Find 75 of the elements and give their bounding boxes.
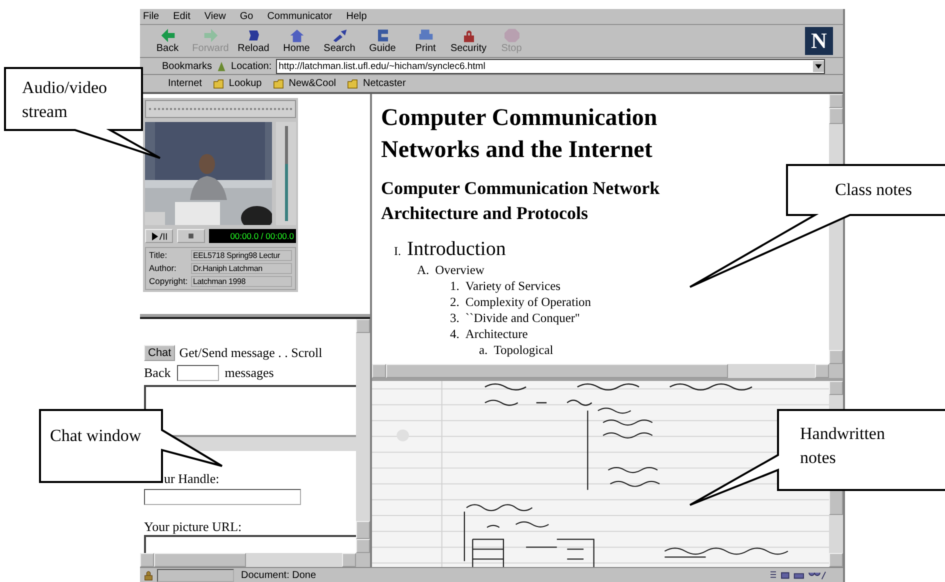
handle-label: ur Handle:: [164, 471, 220, 486]
back-arrow-icon: [158, 28, 176, 43]
menu-item[interactable]: Go: [240, 11, 254, 22]
info-label: Title:: [149, 250, 168, 261]
toolbar-button[interactable]: Back: [146, 28, 189, 54]
toolbar-button[interactable]: Print: [404, 28, 447, 54]
forward-arrow-icon: [202, 28, 220, 43]
outline-marker: 3.: [450, 310, 460, 326]
stop-icon: [502, 28, 520, 43]
personal-toolbar-link[interactable]: Lookup: [228, 78, 262, 89]
menu-item[interactable]: Help: [346, 11, 367, 22]
play-pause-icon: [150, 232, 168, 240]
toolbar-button[interactable]: Home: [275, 28, 318, 54]
personal-toolbar-link[interactable]: Netcaster: [362, 78, 406, 89]
horizontal-scrollbar[interactable]: [372, 364, 843, 378]
status-text: Document: Done: [240, 570, 316, 580]
info-value: Dr.Haniph Latchman: [191, 263, 292, 274]
play-pause-button[interactable]: [145, 229, 173, 243]
vertical-scrollbar[interactable]: [356, 319, 370, 553]
padlock-icon: [143, 570, 154, 580]
volume-slider[interactable]: [276, 122, 296, 225]
menu-item[interactable]: File: [143, 11, 160, 22]
personal-toolbar-link[interactable]: Internet: [168, 78, 202, 89]
toolbar-button[interactable]: Reload: [232, 28, 275, 54]
location-label: Location:: [231, 60, 272, 72]
page-subtitle: Computer Communication Network Architecture and Protocols: [381, 177, 661, 225]
menu-item[interactable]: View: [204, 11, 226, 22]
home-icon: [288, 28, 306, 43]
callout-text: Audio/video stream: [22, 77, 108, 123]
outline-marker: a.: [479, 342, 488, 358]
folder-icon: [272, 78, 284, 89]
folder-icon: [212, 78, 224, 89]
back-label: Back: [144, 365, 171, 381]
callout-text: Handwritten notes: [800, 423, 886, 469]
outline-item: Introduction: [407, 238, 506, 260]
outline-item: ``Divide and Conquer'': [465, 310, 580, 326]
menu-item[interactable]: Edit: [173, 11, 190, 22]
outline-marker: I.: [394, 243, 401, 260]
handle-field[interactable]: [144, 489, 301, 505]
chat-button[interactable]: Chat: [144, 345, 176, 361]
logo: N: [805, 27, 833, 55]
bookmark-icon: [216, 60, 228, 72]
dropdown-icon[interactable]: [813, 60, 824, 72]
outline-item: Overview: [435, 262, 484, 278]
url-field[interactable]: http://latchman.list.ufl.edu/~hicham/synclec6.html: [276, 58, 825, 74]
stop-button[interactable]: [177, 229, 205, 243]
stop-icon: [187, 232, 195, 240]
page-title: Computer Communication Networks and the Internet: [381, 104, 658, 165]
callout-text: Chat window: [50, 425, 142, 447]
outline-item: Topological: [494, 342, 554, 358]
chat-instructions: Get/Send message . . Scroll: [179, 345, 322, 361]
toolbar-button[interactable]: Guide: [361, 28, 404, 54]
outline-item: Complexity of Operation: [465, 294, 592, 310]
scroll-back-field[interactable]: [176, 365, 219, 381]
outline-item: Variety of Services: [465, 278, 560, 294]
info-value: EEL5718 Spring98 Lectur: [191, 250, 292, 261]
messages-label: messages: [224, 365, 274, 381]
toolbar-button[interactable]: Security: [447, 28, 490, 54]
picture-url-label: Your picture URL:: [144, 519, 242, 534]
time-display: 00:00.0 / 00:00.0: [209, 229, 296, 243]
bookmarks-button[interactable]: Bookmarks: [162, 60, 212, 72]
toolbar-button[interactable]: Search: [318, 28, 361, 54]
horizontal-scrollbar[interactable]: [140, 553, 370, 567]
outline-marker: 4.: [450, 326, 460, 342]
outline-marker: 1.: [450, 278, 460, 294]
callout-text: Class notes: [835, 179, 913, 201]
folder-icon: [346, 78, 358, 89]
outline-marker: A.: [417, 262, 430, 278]
personal-toolbar-link[interactable]: New&Cool: [288, 78, 336, 89]
outline-item: Architecture: [465, 326, 528, 342]
info-label: Author:: [149, 263, 178, 274]
outline-marker: 2.: [450, 294, 460, 310]
menu-item[interactable]: Communicator: [267, 11, 332, 22]
info-label: Copyright:: [149, 276, 189, 287]
info-value: Latchman 1998: [191, 276, 292, 287]
